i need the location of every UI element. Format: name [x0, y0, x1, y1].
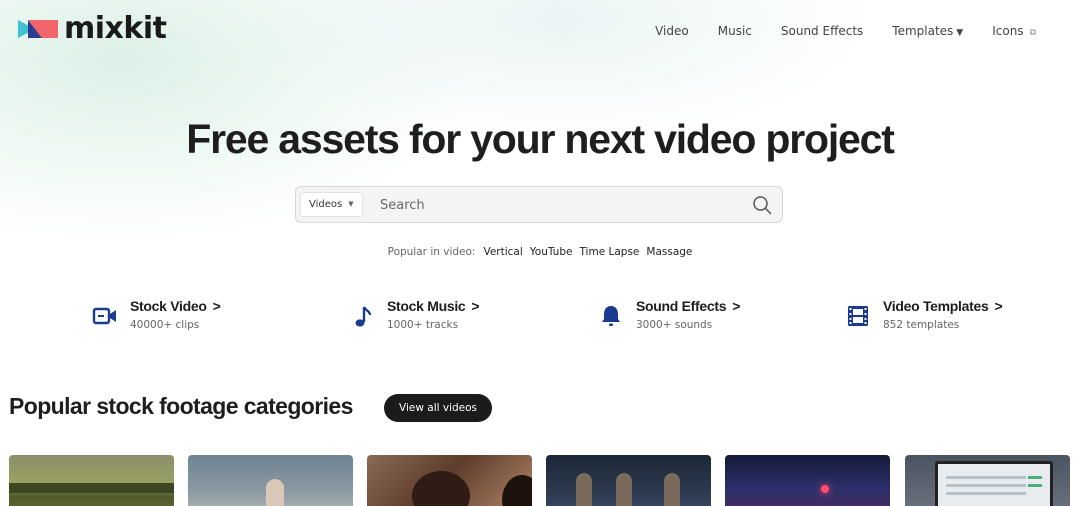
category-stock-video-text: Stock Video > 40000+ clips	[130, 298, 221, 331]
category-stock-music[interactable]: Stock Music > 1000+ tracks	[349, 298, 480, 331]
thumbnail-detail	[1028, 476, 1042, 479]
category-title: Stock Video >	[130, 298, 221, 314]
thumbnail-detail	[266, 479, 284, 506]
thumbnail-detail	[664, 473, 680, 506]
category-subtitle: 40000+ clips	[130, 319, 200, 331]
logo-wordmark: mixkit	[64, 11, 167, 46]
category-video-templates-text: Video Templates > 852 templates	[883, 298, 1003, 331]
nav-item-icons-label: Icons	[992, 24, 1024, 38]
external-link-icon: ⧉	[1029, 28, 1036, 38]
thumbnail-detail	[502, 475, 532, 506]
category-subtitle: 1000+ tracks	[387, 319, 459, 331]
category-thumbnail[interactable]	[725, 455, 890, 506]
bell-icon	[602, 306, 620, 326]
nav-item-music-label: Music	[717, 24, 752, 38]
thumbnail-detail	[616, 473, 632, 506]
logo-mark-icon	[18, 20, 58, 38]
category-sound-effects[interactable]: Sound Effects > 3000+ sounds	[598, 298, 740, 331]
search-input[interactable]	[380, 193, 740, 217]
video-camera-icon	[92, 307, 116, 325]
category-video-templates[interactable]: Video Templates > 852 templates	[845, 298, 1003, 331]
category-stock-music-text: Stock Music > 1000+ tracks	[387, 298, 480, 331]
category-title: Sound Effects >	[636, 298, 740, 314]
category-thumbnail[interactable]	[188, 455, 353, 506]
category-sound-effects-text: Sound Effects > 3000+ sounds	[636, 298, 740, 331]
chevron-right-icon: >	[732, 298, 741, 314]
popular-label: Popular in video:	[387, 246, 476, 258]
popular-tag-time-lapse[interactable]: Time Lapse	[579, 246, 639, 258]
thumbnail-detail	[576, 473, 592, 506]
film-strip-icon	[848, 306, 868, 326]
caret-down-icon: ▼	[348, 200, 354, 208]
category-thumbnail[interactable]	[9, 455, 174, 506]
category-title-label: Sound Effects	[636, 298, 727, 314]
mixkit-logo[interactable]: mixkit	[18, 11, 167, 46]
category-title: Stock Music >	[387, 298, 480, 314]
search-category-select[interactable]: Videos ▼	[300, 192, 363, 217]
search-bar: Videos ▼	[295, 186, 783, 223]
popular-tag-youtube[interactable]: YouTube	[530, 246, 573, 258]
category-thumbnail[interactable]	[367, 455, 532, 506]
thumbnail-detail	[946, 484, 1026, 487]
category-title-label: Video Templates	[883, 298, 989, 314]
category-thumbnail[interactable]	[905, 455, 1070, 506]
category-title: Video Templates >	[883, 298, 1003, 314]
chevron-right-icon: >	[471, 298, 480, 314]
nav-item-sound-effects[interactable]: Sound Effects	[781, 24, 863, 38]
chevron-right-icon: >	[212, 298, 221, 314]
category-thumbnail[interactable]	[546, 455, 711, 506]
section-title: Popular stock footage categories	[9, 393, 353, 419]
thumbnail-detail	[946, 492, 1026, 495]
nav-item-templates-label: Templates	[892, 24, 954, 38]
nav-item-video-label: Video	[655, 24, 689, 38]
caret-down-icon: ▼	[956, 28, 964, 38]
site-header: mixkit Video Music Sound Effects Templat…	[0, 0, 1080, 62]
thumbnail-detail	[412, 471, 470, 506]
nav-item-music[interactable]: Music	[718, 24, 752, 38]
category-stock-video[interactable]: Stock Video > 40000+ clips	[92, 298, 221, 331]
thumbnail-detail	[9, 483, 174, 493]
hero-title: Free assets for your next video project	[186, 116, 895, 162]
view-all-videos-button[interactable]: View all videos	[384, 394, 493, 422]
search-icon[interactable]	[752, 195, 772, 215]
asset-categories: Stock Video > 40000+ clips Stock Music > 1…	[0, 298, 1080, 342]
category-subtitle: 3000+ sounds	[636, 319, 713, 331]
chevron-right-icon: >	[994, 298, 1003, 314]
category-title-label: Stock Video	[130, 298, 207, 314]
nav-item-icons[interactable]: Icons ⧉	[992, 24, 1036, 38]
thumbnail-detail	[821, 485, 829, 493]
thumbnail-detail	[1028, 484, 1042, 487]
category-subtitle: 852 templates	[883, 319, 960, 331]
nav-item-templates[interactable]: Templates ▼	[892, 24, 963, 38]
popular-tags: Popular in video: Vertical YouTube Time Lap…	[0, 246, 1080, 258]
popular-tag-massage[interactable]: Massage	[646, 246, 692, 258]
thumbnail-detail	[935, 461, 1053, 506]
search-category-value: Videos	[309, 199, 343, 210]
main-nav: Video Music Sound Effects Templates ▼ Ico…	[655, 24, 1036, 38]
popular-tag-vertical[interactable]: Vertical	[483, 246, 522, 258]
nav-item-video[interactable]: Video	[655, 24, 689, 38]
category-title-label: Stock Music	[387, 298, 466, 314]
thumbnail-detail	[946, 476, 1026, 479]
nav-item-sound-effects-label: Sound Effects	[780, 24, 864, 38]
footage-category-grid	[9, 455, 1071, 506]
music-note-icon	[355, 306, 372, 327]
